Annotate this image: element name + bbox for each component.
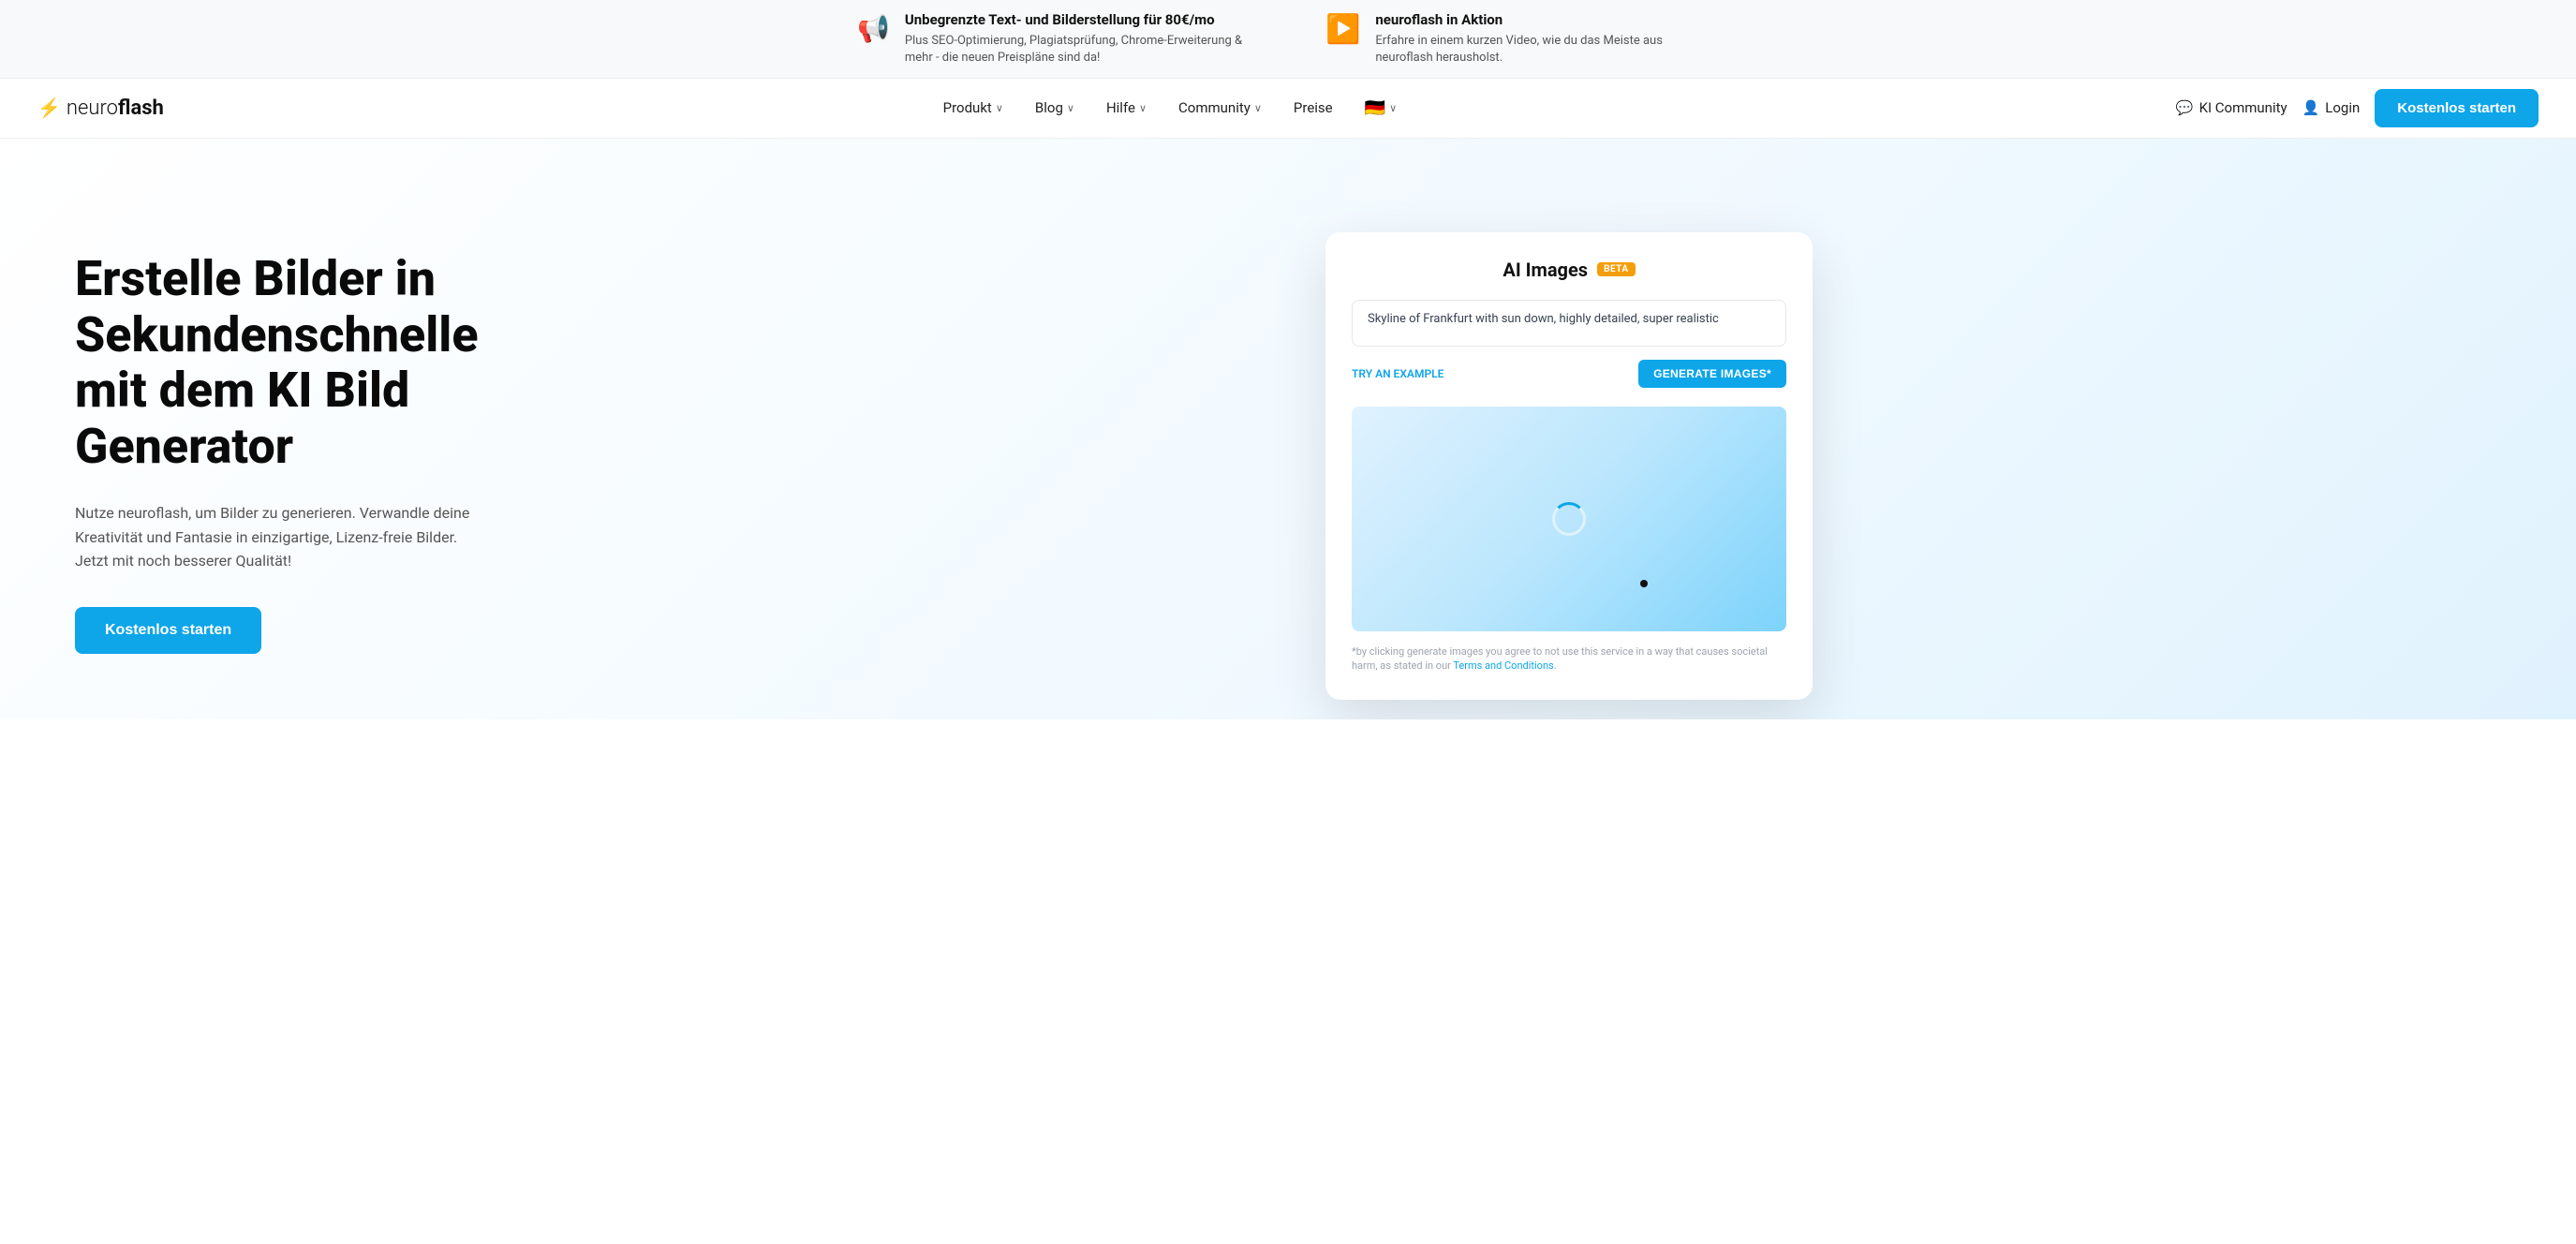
nav-produkt[interactable]: Produkt ∨ xyxy=(930,92,1016,124)
top-banner: 📢 Unbegrenzte Text- und Bilderstellung f… xyxy=(0,0,2576,79)
cta-button[interactable]: Kostenlos starten xyxy=(2375,89,2539,127)
nav-produkt-label: Produkt xyxy=(943,99,992,116)
banner-text-1: Unbegrenzte Text- und Bilderstellung für… xyxy=(905,11,1251,67)
login-link[interactable]: 👤 Login xyxy=(2302,99,2361,116)
footer-text: *by clicking generate images you agree t… xyxy=(1352,645,1768,672)
nav-flag[interactable]: 🇩🇪 ∨ xyxy=(1352,91,1410,126)
navbar: ⚡ neuroflash Produkt ∨ Blog ∨ Hilfe ∨ Co… xyxy=(0,79,2576,139)
hero-left: Erstelle Bilder in Sekundenschnelle mit … xyxy=(75,214,562,654)
nav-preise[interactable]: Preise xyxy=(1281,92,1346,124)
banner-title-1: Unbegrenzte Text- und Bilderstellung für… xyxy=(905,11,1251,30)
beta-badge: BETA xyxy=(1597,262,1636,276)
app-card-header: AI Images BETA xyxy=(1352,259,1786,281)
banner-item-1[interactable]: 📢 Unbegrenzte Text- und Bilderstellung f… xyxy=(857,11,1251,67)
app-preview-card: AI Images BETA Skyline of Frankfurt with… xyxy=(1325,232,1813,700)
nav-hilfe-label: Hilfe xyxy=(1106,99,1135,116)
nav-preise-label: Preise xyxy=(1294,99,1333,116)
hero-subtitle: Nutze neuroflash, um Bilder zu generiere… xyxy=(75,501,487,573)
footer-end: . xyxy=(1554,659,1557,672)
generate-button[interactable]: GENERATE IMAGES* xyxy=(1638,360,1786,388)
chevron-down-icon: ∨ xyxy=(1389,102,1397,114)
chevron-down-icon: ∨ xyxy=(1067,102,1074,114)
banner-text-2: neuroflash in Aktion Erfahre in einem ku… xyxy=(1375,11,1719,67)
nav-blog[interactable]: Blog ∨ xyxy=(1022,92,1088,124)
try-example-link[interactable]: TRY AN EXAMPLE xyxy=(1352,367,1443,380)
prompt-input[interactable]: Skyline of Frankfurt with sun down, high… xyxy=(1352,300,1786,347)
nav-community[interactable]: Community ∨ xyxy=(1165,92,1275,124)
logo-text: neuroflash xyxy=(67,96,164,120)
hero-right: AI Images BETA Skyline of Frankfurt with… xyxy=(562,214,2520,700)
chevron-down-icon: ∨ xyxy=(996,102,1003,114)
logo[interactable]: ⚡ neuroflash xyxy=(37,96,164,120)
logo-icon: ⚡ xyxy=(37,96,61,119)
image-preview-area xyxy=(1352,407,1786,631)
ki-community-link[interactable]: 💬 KI Community xyxy=(2176,99,2287,116)
banner-item-2[interactable]: ▶️ neuroflash in Aktion Erfahre in einem… xyxy=(1325,11,1719,67)
app-card-title: AI Images xyxy=(1503,259,1588,281)
loading-spinner xyxy=(1552,502,1586,536)
nav-right: 💬 KI Community 👤 Login Kostenlos starten xyxy=(2176,89,2539,127)
chevron-down-icon: ∨ xyxy=(1139,102,1147,114)
play-icon: ▶️ xyxy=(1325,13,1360,46)
nav-community-label: Community xyxy=(1178,99,1251,116)
nav-hilfe[interactable]: Hilfe ∨ xyxy=(1093,92,1160,124)
terms-link[interactable]: Terms and Conditions xyxy=(1453,659,1553,672)
app-card-footer: *by clicking generate images you agree t… xyxy=(1352,644,1786,674)
hero-title: Erstelle Bilder in Sekundenschnelle mit … xyxy=(75,251,562,475)
nav-blog-label: Blog xyxy=(1035,99,1063,116)
chevron-down-icon: ∨ xyxy=(1254,102,1262,114)
hero-cta-button[interactable]: Kostenlos starten xyxy=(75,607,261,654)
user-icon: 👤 xyxy=(2302,99,2320,116)
banner-subtitle-2: Erfahre in einem kurzen Video, wie du da… xyxy=(1375,33,1719,67)
app-card-actions: TRY AN EXAMPLE GENERATE IMAGES* xyxy=(1352,360,1786,388)
nav-links: Produkt ∨ Blog ∨ Hilfe ∨ Community ∨ Pre… xyxy=(164,91,2176,126)
ki-community-label: KI Community xyxy=(2199,99,2287,116)
banner-title-2: neuroflash in Aktion xyxy=(1375,11,1719,30)
banner-subtitle-1: Plus SEO-Optimierung, Plagiatsprüfung, C… xyxy=(905,33,1251,67)
chat-icon: 💬 xyxy=(2176,99,2194,116)
megaphone-icon: 📢 xyxy=(857,13,890,44)
login-label: Login xyxy=(2325,99,2360,116)
flag-icon: 🇩🇪 xyxy=(1365,98,1385,118)
hero-section: Erstelle Bilder in Sekundenschnelle mit … xyxy=(0,139,2576,719)
cursor-indicator xyxy=(1640,580,1648,587)
